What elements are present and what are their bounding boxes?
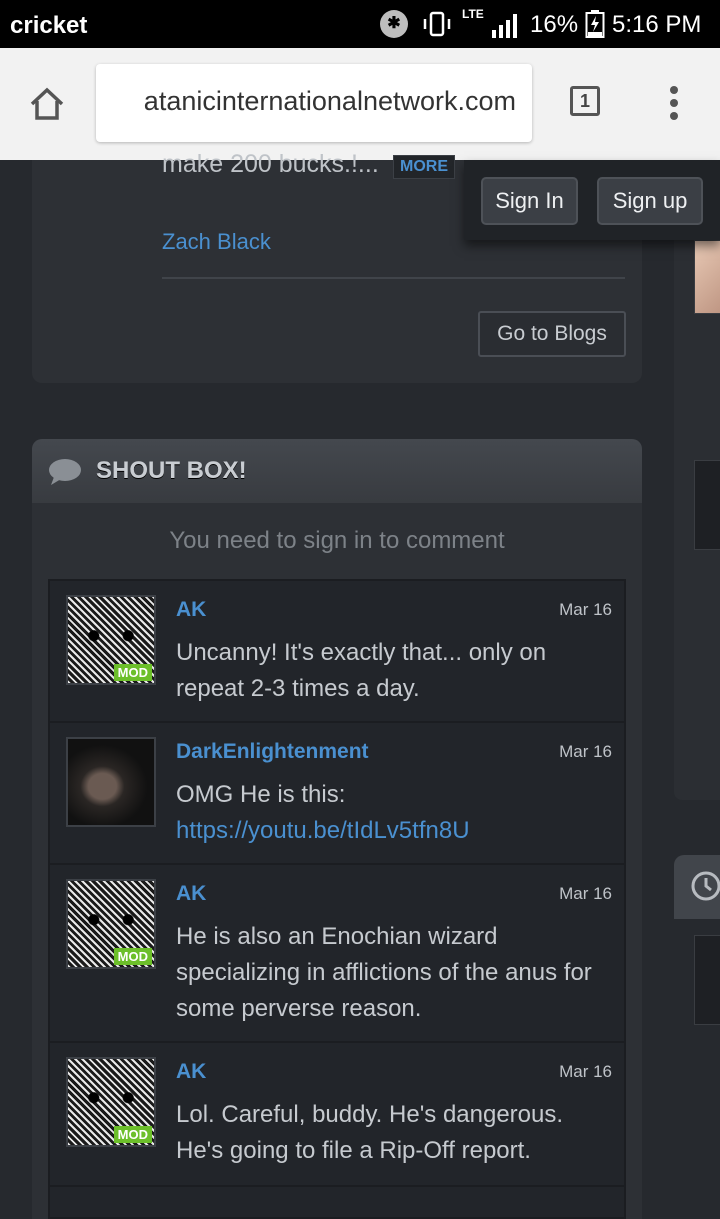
shout-date: Mar 16 [559,884,612,903]
carrier-name: cricket [10,12,88,39]
clock-icon [691,871,720,901]
avatar[interactable]: MOD [66,595,156,685]
shout-entry: DarkEnlightenment Mar 16 OMG He is this:… [50,723,624,865]
shout-username[interactable]: AK [176,598,206,622]
signal-icon [492,14,517,38]
sidebar-thumbnail[interactable] [694,460,720,550]
url-text: atanicinternationalnetwork.com [143,86,516,116]
youtube-link[interactable]: https://youtu.be/tIdLv5tfn8U [176,817,470,844]
home-icon[interactable] [28,85,66,123]
chat-bubble-icon [49,459,81,485]
shout-username[interactable]: AK [176,882,206,906]
avatar[interactable] [66,737,156,827]
sign-in-button[interactable]: Sign In [481,177,578,225]
shout-username[interactable]: AK [176,1060,206,1084]
browser-toolbar: atanicinternationalnetwork.com 1 [0,48,720,160]
shout-entry: MOD AK Mar 16 He is also an Enochian wiz… [50,865,624,1043]
mod-badge: MOD [113,948,152,965]
blog-author-link[interactable]: Zach Black [162,229,271,255]
vibrate-icon [423,11,451,37]
bluetooth-icon: ✱ [380,10,408,38]
mod-badge: MOD [113,1126,152,1143]
sidebar-thumbnail[interactable] [694,240,720,314]
battery-percent: 16% [530,11,579,38]
overflow-menu-icon[interactable] [667,86,681,122]
shout-username[interactable]: DarkEnlightenment [176,740,369,764]
shout-message: OMG He is this: https://youtu.be/tIdLv5t… [176,777,606,849]
battery-charging-icon [585,10,605,38]
go-to-blogs-button[interactable]: Go to Blogs [478,311,626,357]
auth-bar: Sign In Sign up [464,160,720,240]
tab-switcher-button[interactable]: 1 [570,86,600,116]
sidebar-thumbnail[interactable] [694,935,720,1025]
shout-message: He is also an Enochian wizard specializi… [176,923,592,1022]
shout-message-text: OMG He is this: [176,781,346,808]
divider [162,277,625,279]
more-link[interactable]: MORE [393,155,455,179]
address-bar[interactable]: atanicinternationalnetwork.com [96,64,532,142]
status-bar: cricket ✱ LTE 16% 5:16 PM [0,0,720,48]
clock-time: 5:16 PM [612,11,702,38]
mod-badge: MOD [113,664,152,681]
shout-date: Mar 16 [559,1062,612,1081]
shout-date: Mar 16 [559,600,612,619]
avatar[interactable]: MOD [66,879,156,969]
sign-in-prompt[interactable]: You need to sign in to comment [32,527,642,555]
shout-entry: MOD AK Mar 16 Lol. Careful, buddy. He's … [50,1043,624,1187]
shout-message: Uncanny! It's exactly that... only on re… [176,639,547,702]
lte-label: LTE [462,7,484,21]
sign-up-button[interactable]: Sign up [597,177,703,225]
shout-box-title: SHOUT BOX! [96,457,247,484]
avatar[interactable]: MOD [66,1057,156,1147]
shout-message: Lol. Careful, buddy. He's dangerous. He'… [176,1101,564,1164]
blog-excerpt: make 200 bucks.!... [162,150,379,178]
shout-entry: MOD AK Mar 16 Uncanny! It's exactly that… [50,581,624,723]
shout-date: Mar 16 [559,742,612,761]
